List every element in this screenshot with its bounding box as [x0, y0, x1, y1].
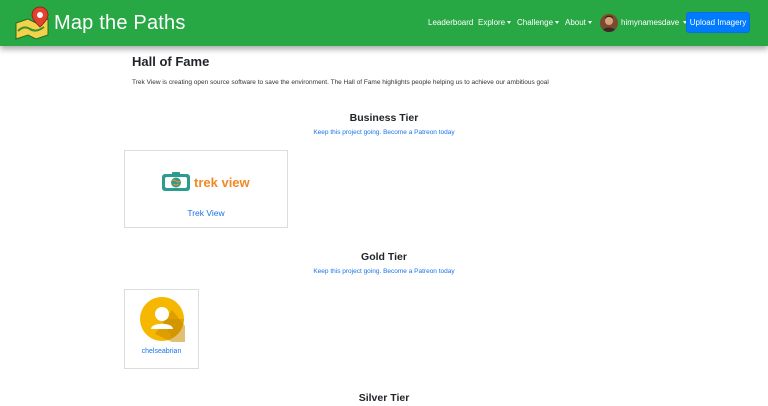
user-photo-icon [600, 14, 618, 32]
caret-down-icon [587, 21, 592, 24]
nav-about-label: About [565, 18, 586, 27]
trek-view-logo-text: trek view [194, 174, 250, 190]
nav-challenge-dropdown[interactable]: Challenge [517, 17, 560, 28]
business-tier-patreon-link[interactable]: Keep this project going. Become a Patreo… [313, 129, 454, 136]
brand-title: Map the Paths [54, 11, 186, 34]
top-navbar: Map the Paths Leaderboard Explore Challe… [0, 0, 768, 46]
nav-about-dropdown[interactable]: About [565, 17, 592, 28]
nav-leaderboard[interactable]: Leaderboard [428, 17, 473, 28]
nav-leaderboard-label: Leaderboard [428, 18, 474, 27]
upload-imagery-button[interactable]: Upload Imagery [686, 12, 750, 33]
caret-down-icon [555, 21, 560, 24]
sponsor-name-link[interactable]: Trek View [125, 208, 287, 219]
gold-tier-title: Gold Tier [361, 251, 407, 263]
silver-tier-title: Silver Tier [358, 392, 410, 404]
user-name-label: himynamesdave [621, 18, 680, 27]
sponsor-card-trek-view[interactable]: trek view Trek View [124, 150, 288, 228]
trek-view-logo: trek view [161, 171, 257, 193]
page-intro: Trek View is creating open source softwa… [132, 79, 549, 86]
business-tier-patreon-link-row: Keep this project going. Become a Patreo… [0, 128, 768, 137]
nav-challenge-label: Challenge [517, 18, 554, 27]
camera-globe-icon [162, 172, 190, 191]
sponsor-name-link[interactable]: chelseabrian [125, 347, 198, 356]
gold-tier-patreon-link[interactable]: Keep this project going. Become a Patreo… [313, 268, 454, 275]
sponsor-card-chelseabrian[interactable]: chelseabrian [124, 289, 199, 369]
nav-explore-label: Explore [478, 18, 506, 27]
gold-tier-patreon-link-row: Keep this project going. Become a Patreo… [0, 267, 768, 276]
page-title: Hall of Fame [132, 54, 210, 69]
nav-explore-dropdown[interactable]: Explore [478, 17, 512, 28]
business-tier-title: Business Tier [349, 112, 419, 124]
map-pin-logo-icon [15, 6, 49, 40]
user-avatar[interactable] [600, 14, 618, 32]
brand-link[interactable]: Map the Paths [14, 5, 186, 41]
default-avatar-icon [140, 297, 185, 342]
nav-user-dropdown[interactable]: himynamesdave [621, 17, 688, 28]
caret-down-icon [507, 21, 512, 24]
